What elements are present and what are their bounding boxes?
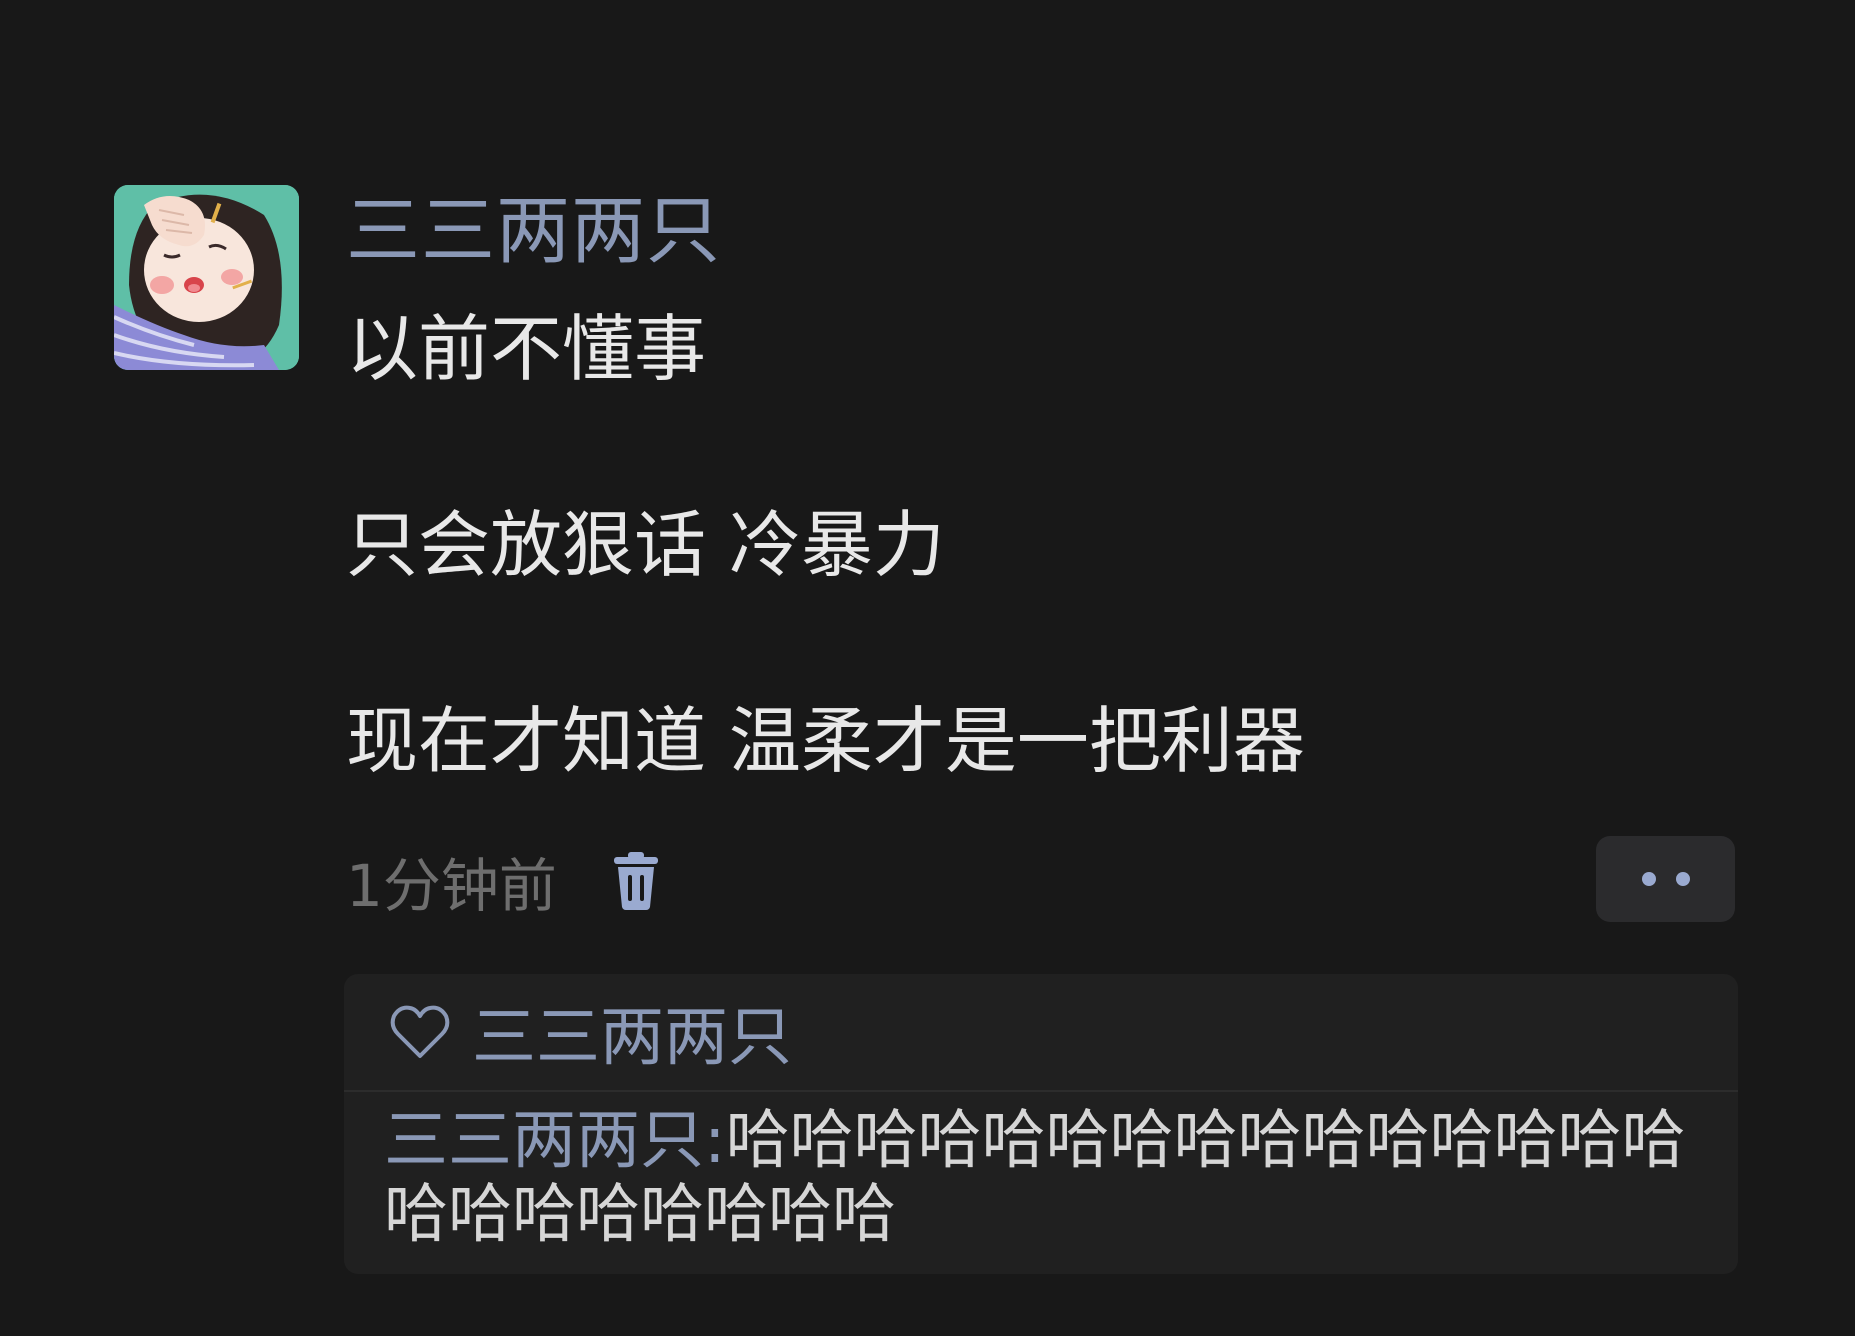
post-timestamp: 1分钟前: [346, 852, 557, 920]
trash-icon: [613, 852, 658, 910]
delete-button[interactable]: [607, 850, 665, 912]
likes-row: 三三两两只: [344, 974, 1738, 1092]
comment-author[interactable]: 三三两两只: [384, 1104, 704, 1178]
post-content-blank-line: [346, 594, 1305, 692]
comment-item[interactable]: 三三两两只:哈哈哈哈哈哈哈哈哈哈哈哈哈哈哈哈哈哈哈哈哈哈哈: [344, 1092, 1738, 1252]
avatar-image: [114, 185, 299, 370]
more-dots-icon: [1641, 872, 1656, 886]
post-meta: 1分钟前: [346, 836, 665, 926]
like-user-name[interactable]: 三三两两只: [472, 986, 792, 1078]
interaction-panel: 三三两两只 三三两两只:哈哈哈哈哈哈哈哈哈哈哈哈哈哈哈哈哈哈哈哈哈哈哈: [344, 974, 1738, 1274]
heart-outline-icon: [390, 1005, 450, 1058]
comment-separator: :: [704, 1104, 726, 1178]
moment-post: 三三两两只 以前不懂事 只会放狠话 冷暴力 现在才知道 温柔才是一把利器 1分钟…: [0, 0, 1855, 1336]
avatar[interactable]: [114, 185, 299, 370]
more-dots-icon: [1675, 872, 1690, 886]
post-author-name[interactable]: 三三两两只: [346, 186, 721, 276]
post-content: 以前不懂事 只会放狠话 冷暴力 现在才知道 温柔才是一把利器: [346, 300, 1305, 790]
more-options-button[interactable]: [1596, 836, 1735, 922]
post-content-line: 以前不懂事: [346, 307, 707, 391]
post-content-line: 只会放狠话 冷暴力: [346, 503, 945, 587]
post-content-blank-line: [346, 398, 1305, 496]
post-content-line: 现在才知道 温柔才是一把利器: [346, 699, 1305, 783]
